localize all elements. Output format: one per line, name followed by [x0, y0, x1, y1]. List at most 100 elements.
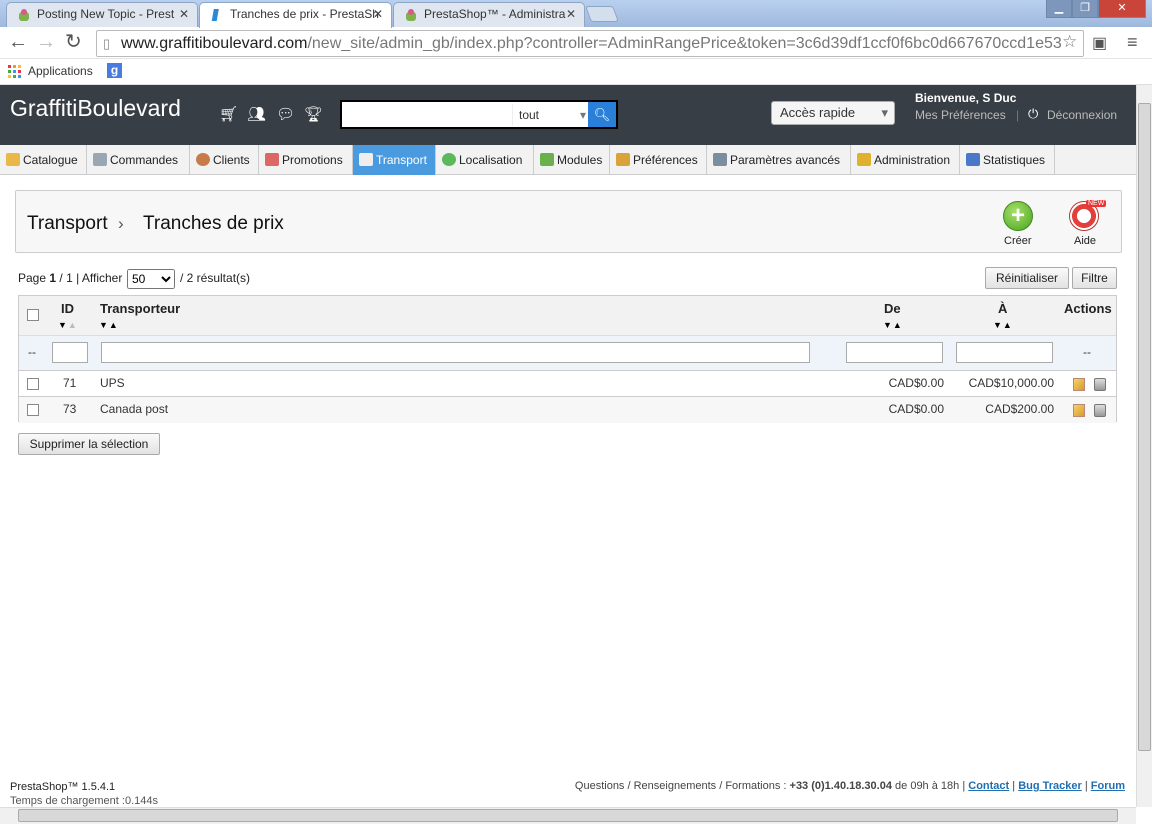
folder-icon: [6, 153, 20, 166]
filter-placeholder: --: [28, 345, 36, 359]
create-label[interactable]: Créer: [1004, 235, 1032, 247]
minimize-button[interactable]: ▁: [1046, 0, 1072, 18]
column-from: De: [884, 301, 901, 316]
close-tab-icon[interactable]: ✕: [373, 7, 383, 21]
forum-link[interactable]: Forum: [1091, 780, 1125, 792]
per-page-select[interactable]: 50: [127, 269, 175, 289]
table-row[interactable]: 71 UPS CAD$0.00 CAD$10,000.00: [19, 371, 1116, 397]
forward-arrow-icon[interactable]: →: [36, 32, 56, 52]
power-icon[interactable]: ⏻: [1028, 106, 1038, 122]
shop-logo[interactable]: GraffitiBoulevard: [10, 95, 181, 122]
reload-icon[interactable]: ↻: [65, 32, 82, 52]
from-filter-input[interactable]: [846, 342, 943, 363]
edit-icon[interactable]: [1073, 404, 1085, 417]
close-tab-icon[interactable]: ✕: [566, 7, 576, 21]
menu-item-transport[interactable]: Transport: [353, 145, 436, 175]
menu-item-advanced-parameters[interactable]: Paramètres avancés: [707, 145, 851, 175]
row-id: 73: [63, 402, 77, 416]
menu-icon[interactable]: ≡: [1127, 32, 1138, 52]
sort-arrows-icon[interactable]: ▼▲: [58, 320, 78, 330]
menu-label: Préférences: [633, 153, 698, 167]
url-path: /new_site/admin_gb/index.php?controller=…: [307, 35, 1062, 52]
menu-item-commandes[interactable]: Commandes: [87, 145, 190, 175]
plus-icon: +: [1010, 202, 1025, 229]
close-tab-icon[interactable]: ✕: [179, 7, 189, 21]
quick-access-select[interactable]: Accès rapide: [771, 101, 895, 125]
select-all-checkbox[interactable]: [27, 309, 39, 321]
create-button[interactable]: +: [1003, 201, 1033, 231]
browser-tab[interactable]: PrestaShop™ - Administra ✕: [393, 2, 585, 27]
logout-link[interactable]: Déconnexion: [1047, 108, 1117, 122]
extension-icon[interactable]: ▣: [1092, 34, 1107, 54]
vertical-scroll-thumb[interactable]: [1138, 103, 1151, 751]
user-icon: [196, 153, 210, 166]
menu-item-modules[interactable]: Modules: [534, 145, 610, 175]
filter-button[interactable]: Filtre: [1072, 267, 1117, 289]
row-carrier: UPS: [100, 376, 125, 390]
tab-title: Posting New Topic - Prest: [37, 7, 175, 21]
carrier-filter-input[interactable]: [101, 342, 810, 363]
trash-icon[interactable]: [1094, 404, 1106, 417]
breadcrumb-parent[interactable]: Transport: [27, 213, 108, 235]
reset-button[interactable]: Réinitialiser: [985, 267, 1069, 289]
sort-arrows-icon[interactable]: ▼▲: [883, 320, 903, 330]
new-tab-button[interactable]: [585, 6, 619, 22]
search-icon: 🔍︎: [593, 107, 611, 122]
apps-grid-icon[interactable]: [8, 65, 22, 79]
cart-icon[interactable]: 🛒︎: [219, 105, 238, 123]
globe-icon: [442, 153, 456, 166]
menu-item-localisation[interactable]: Localisation: [436, 145, 534, 175]
apps-label[interactable]: Applications: [28, 64, 93, 78]
menu-item-promotions[interactable]: Promotions: [259, 145, 353, 175]
browser-tab-active[interactable]: Tranches de prix - PrestaSh ✕: [199, 2, 392, 28]
show-label: | Afficher: [76, 271, 123, 285]
sort-arrows-icon[interactable]: ▼▲: [993, 320, 1013, 330]
close-window-button[interactable]: ✕: [1098, 0, 1146, 18]
bug-tracker-link[interactable]: Bug Tracker: [1018, 780, 1082, 792]
current-page: 1: [49, 271, 57, 285]
search-button[interactable]: 🔍︎: [588, 102, 616, 127]
id-filter-input[interactable]: [52, 342, 88, 363]
tab-title: Tranches de prix - PrestaSh: [230, 7, 379, 21]
row-checkbox[interactable]: [27, 404, 39, 416]
hours-text: de 09h à 18h |: [895, 780, 966, 792]
puzzle-icon: [540, 153, 554, 166]
search-scope-select[interactable]: tout: [512, 104, 590, 126]
menu-item-preferences[interactable]: Préférences: [610, 145, 707, 175]
edit-icon[interactable]: [1073, 378, 1085, 391]
table-row[interactable]: 73 Canada post CAD$0.00 CAD$200.00: [19, 397, 1116, 423]
menu-item-statistics[interactable]: Statistiques: [960, 145, 1055, 175]
row-from: CAD$0.00: [888, 376, 944, 390]
browser-tab[interactable]: Posting New Topic - Prest ✕: [6, 2, 198, 27]
url-host: www.graffitiboulevard.com: [121, 35, 308, 52]
contact-link[interactable]: Contact: [968, 780, 1009, 792]
address-bar[interactable]: ▯ www.graffitiboulevard.com/new_site/adm…: [96, 30, 1084, 57]
my-preferences-link[interactable]: Mes Préférences: [915, 108, 1006, 122]
back-arrow-icon[interactable]: ←: [8, 32, 28, 52]
total-pages: / 1: [59, 271, 73, 285]
column-id: ID: [61, 301, 74, 316]
menu-label: Localisation: [459, 153, 523, 167]
trash-icon[interactable]: [1094, 378, 1106, 391]
bookmark-star-icon[interactable]: ☆: [1062, 32, 1077, 52]
prestashop-favicon-icon: [211, 9, 219, 21]
to-filter-input[interactable]: [956, 342, 1053, 363]
maximize-button[interactable]: ❐: [1072, 0, 1098, 18]
menu-item-administration[interactable]: Administration: [851, 145, 960, 175]
footer-contact: Questions / Renseignements / Formations …: [574, 780, 1125, 792]
sort-arrows-icon[interactable]: ▼▲: [99, 320, 119, 330]
row-carrier: Canada post: [100, 402, 169, 416]
search-input[interactable]: [344, 104, 512, 126]
row-checkbox[interactable]: [27, 378, 39, 390]
delete-selection-button[interactable]: Supprimer la sélection: [18, 433, 160, 455]
horizontal-scroll-thumb[interactable]: [18, 809, 1118, 822]
menu-item-catalogue[interactable]: Catalogue: [0, 145, 87, 175]
help-label[interactable]: Aide: [1074, 235, 1096, 247]
google-bookmark-icon[interactable]: g: [107, 63, 122, 78]
menu-item-clients[interactable]: Clients: [190, 145, 259, 175]
messages-icon[interactable]: 💬︎: [276, 105, 295, 123]
customers-icon[interactable]: 👥︎: [247, 105, 266, 123]
page-heading: Transport › Tranches de prix + Créer NEW…: [15, 190, 1122, 253]
menu-label: Administration: [874, 153, 951, 167]
trophy-icon[interactable]: 🏆︎: [304, 105, 323, 123]
